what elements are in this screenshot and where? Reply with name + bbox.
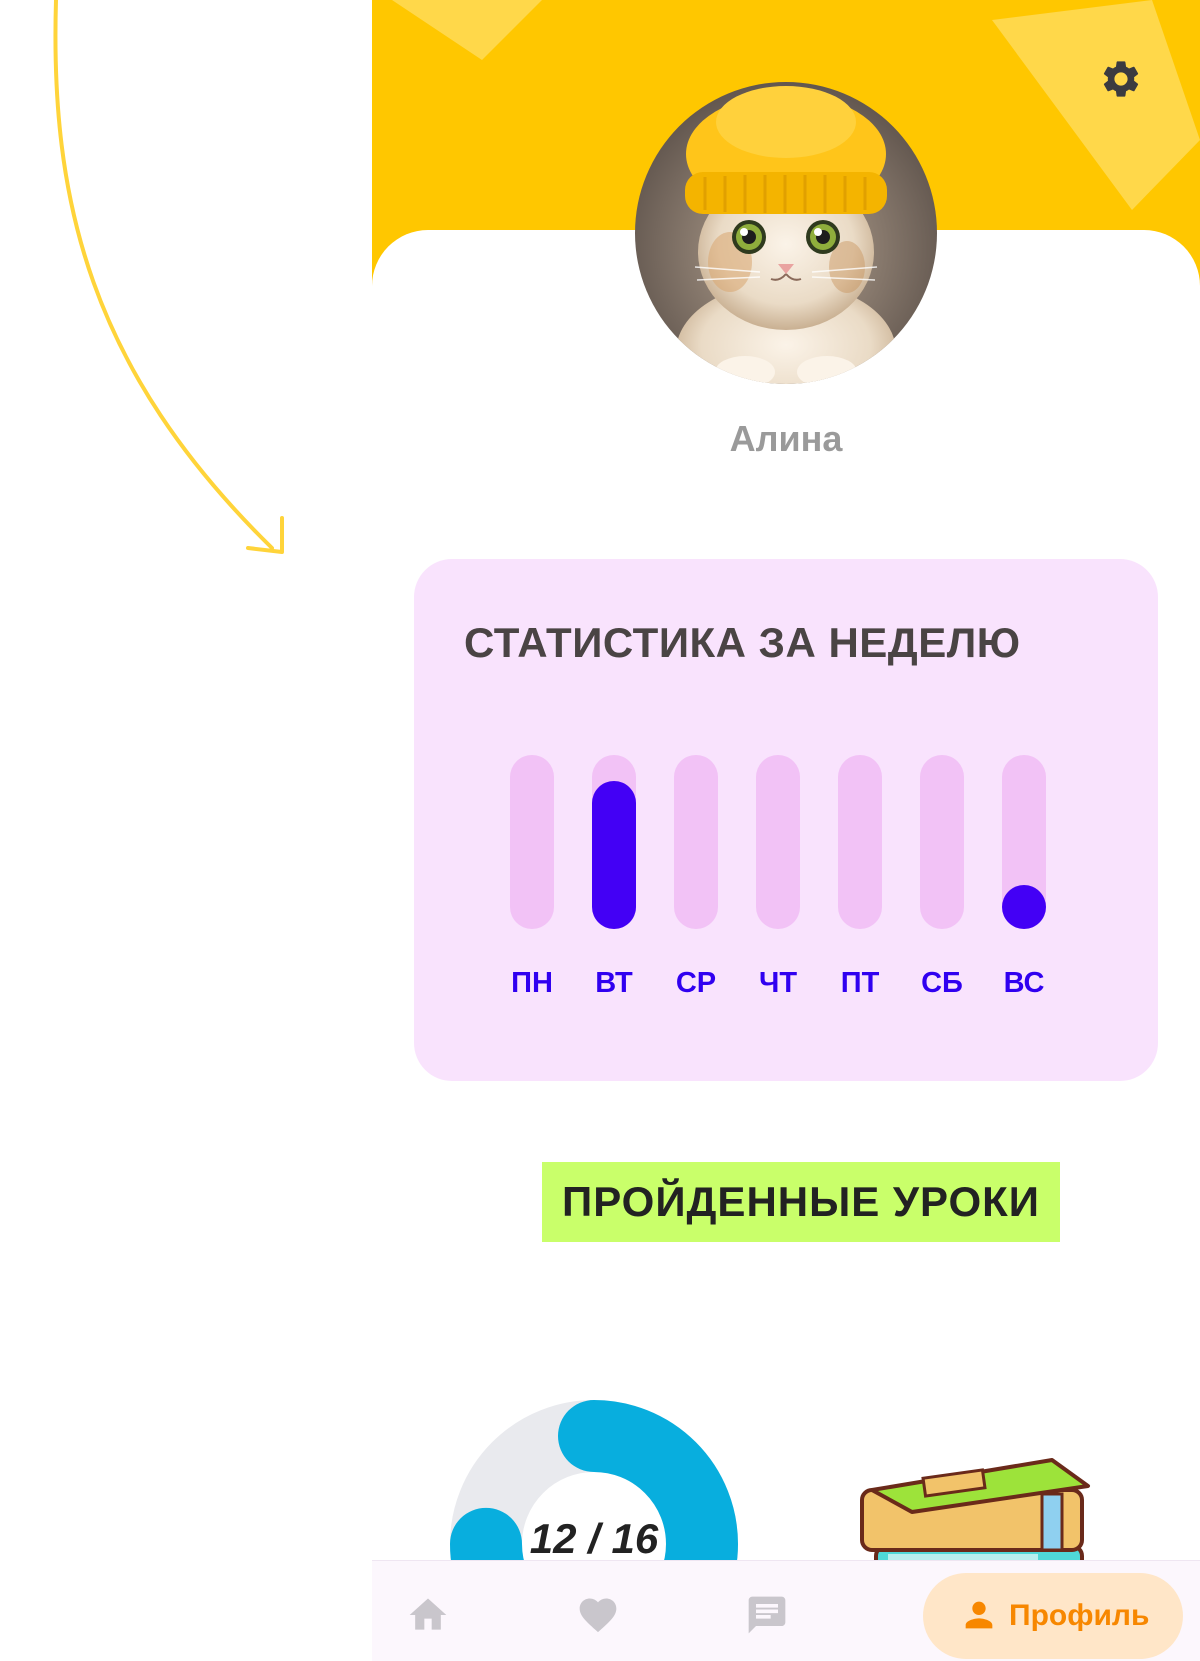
lessons-progress-label: 12 / 16 bbox=[529, 1515, 659, 1562]
chat-icon[interactable] bbox=[745, 1593, 789, 1637]
day-bar-sun bbox=[1002, 755, 1046, 929]
day-bar-mon bbox=[510, 755, 554, 929]
nav-profile-button[interactable]: Профиль bbox=[923, 1573, 1183, 1659]
day-bar-wed bbox=[674, 755, 718, 929]
weekly-stats-card: СТАТИСТИКА ЗА НЕДЕЛЮ ПН ВТ СР ЧТ ПТ СБ В… bbox=[414, 559, 1158, 1081]
avatar[interactable] bbox=[635, 82, 937, 384]
day-bar-fri bbox=[838, 755, 882, 929]
weekly-stats-title: СТАТИСТИКА ЗА НЕДЕЛЮ bbox=[464, 619, 1021, 666]
day-label-wed: СР bbox=[675, 967, 717, 999]
completed-lessons-heading: ПРОЙДЕННЫЕ УРОКИ bbox=[542, 1162, 1060, 1242]
nav-profile-label: Профиль bbox=[1009, 1599, 1150, 1632]
completed-lessons-title: ПРОЙДЕННЫЕ УРОКИ bbox=[562, 1178, 1040, 1225]
day-bar-tue bbox=[592, 755, 636, 929]
gear-icon[interactable] bbox=[1099, 57, 1143, 101]
user-name: Алина bbox=[729, 418, 843, 459]
day-bar-thu bbox=[756, 755, 800, 929]
day-bar-fill bbox=[1002, 885, 1046, 929]
day-label-thu: ЧТ bbox=[758, 967, 798, 999]
heart-icon[interactable] bbox=[576, 1593, 620, 1637]
bottom-navigation: Профиль bbox=[372, 1560, 1200, 1661]
day-label-fri: ПТ bbox=[840, 967, 880, 999]
day-bar-sat bbox=[920, 755, 964, 929]
day-label-sun: ВС bbox=[1003, 967, 1045, 999]
day-bar-fill bbox=[592, 781, 636, 929]
person-icon bbox=[965, 1601, 993, 1629]
day-label-sat: СБ bbox=[921, 967, 963, 999]
home-icon[interactable] bbox=[406, 1593, 450, 1637]
day-label-mon: ПН bbox=[511, 967, 553, 999]
day-label-tue: ВТ bbox=[595, 967, 633, 999]
app-screen: Алина СТАТИСТИКА ЗА НЕДЕЛЮ ПН ВТ СР ЧТ П… bbox=[372, 0, 1200, 1661]
screen: Алина СТАТИСТИКА ЗА НЕДЕЛЮ ПН ВТ СР ЧТ П… bbox=[0, 0, 1200, 1661]
decorative-arrow bbox=[53, 0, 284, 554]
